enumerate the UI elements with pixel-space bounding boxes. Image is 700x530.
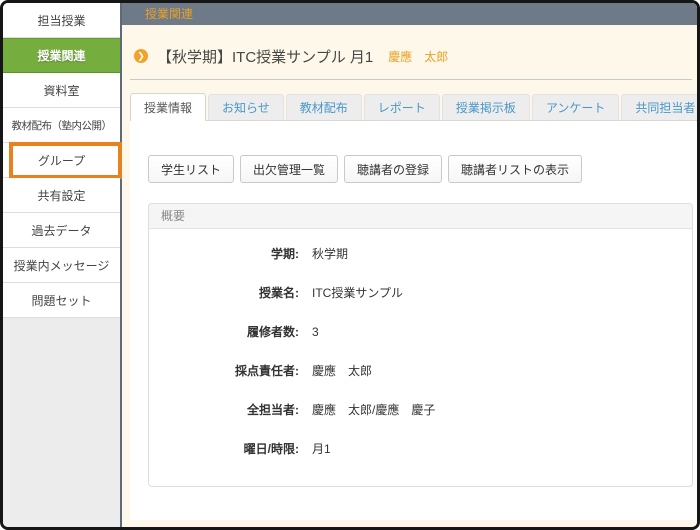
field-label-grading-responsible: 採点責任者:	[149, 362, 299, 379]
auditor-list-button[interactable]: 聴講者リストの表示	[448, 155, 582, 183]
tab-co-instructors[interactable]: 共同担当者 / 授業補助者	[621, 94, 700, 120]
field-label-class-name: 授業名:	[149, 284, 299, 301]
sidebar-item-share-settings[interactable]: 共有設定	[3, 178, 120, 213]
sidebar-item-label: グループ	[38, 152, 85, 169]
overview-panel: 概要 学期: 秋学期 授業名: ITC授業サンプル 履修者数: 3	[148, 203, 693, 487]
overview-row: 採点責任者: 慶應 太郎	[149, 351, 692, 390]
sidebar-item-label: 教材配布（塾内公開）	[12, 118, 112, 133]
tab-bar: 授業情報 お知らせ 教材配布 レポート 授業掲示板 アンケート 共同担当者 / …	[130, 92, 697, 120]
chevron-right-icon: ❯	[134, 49, 148, 63]
field-value-all-instructors: 慶應 太郎/慶應 慶子	[312, 401, 435, 418]
overview-row: 履修者数: 3	[149, 312, 692, 351]
sidebar-item-material-distribution[interactable]: 教材配布（塾内公開）	[3, 108, 120, 143]
sidebar-item-label: 授業関連	[37, 47, 85, 64]
course-title: 【秋学期】ITC授業サンプル 月1	[157, 46, 373, 67]
overview-row: 学期: 秋学期	[149, 234, 692, 273]
overview-panel-title: 概要	[149, 204, 692, 229]
overview-row: 授業名: ITC授業サンプル	[149, 273, 692, 312]
overview-row: 全担当者: 慶應 太郎/慶應 慶子	[149, 390, 692, 429]
sidebar-item-label: 過去データ	[31, 222, 91, 239]
breadcrumb-label: 授業関連	[145, 7, 193, 21]
field-value-class-name: ITC授業サンプル	[312, 284, 403, 301]
tab-class-info[interactable]: 授業情報	[130, 93, 206, 121]
overview-row: 曜日/時限: 月1	[149, 429, 692, 468]
sidebar-item-group[interactable]: グループ	[3, 143, 120, 178]
auditor-register-button[interactable]: 聴講者の登録	[344, 155, 442, 183]
overview-panel-body: 学期: 秋学期 授業名: ITC授業サンプル 履修者数: 3 採点責任者: 慶應…	[149, 229, 692, 486]
field-label-semester: 学期:	[149, 245, 299, 262]
sidebar-item-label: 問題セット	[31, 292, 91, 309]
student-list-button[interactable]: 学生リスト	[148, 155, 234, 183]
field-label-day-period: 曜日/時限:	[149, 440, 299, 457]
instructor-name[interactable]: 慶應 太郎	[388, 48, 448, 65]
sidebar: 担当授業 授業関連 資料室 教材配布（塾内公開） グループ 共有設定 過去データ…	[3, 3, 122, 527]
sidebar-item-label: 授業内メッセージ	[14, 257, 110, 274]
sidebar-item-label: 担当授業	[37, 12, 85, 29]
main-area: 授業関連 ❯ 【秋学期】ITC授業サンプル 月1 慶應 太郎 授業情報 お知らせ…	[122, 3, 697, 527]
sidebar-item-label: 共有設定	[37, 187, 85, 204]
breadcrumb-bar: 授業関連	[122, 3, 697, 25]
action-button-row: 学生リスト 出欠管理一覧 聴講者の登録 聴講者リストの表示	[148, 155, 697, 183]
tab-survey[interactable]: アンケート	[532, 94, 620, 120]
sidebar-item-past-data[interactable]: 過去データ	[3, 213, 120, 248]
field-value-semester: 秋学期	[312, 245, 348, 262]
field-label-all-instructors: 全担当者:	[149, 401, 299, 418]
tab-content-panel: 学生リスト 出欠管理一覧 聴講者の登録 聴講者リストの表示 概要 学期: 秋学期…	[130, 120, 697, 520]
sidebar-item-class-related[interactable]: 授業関連	[3, 38, 120, 73]
tab-report[interactable]: レポート	[364, 94, 440, 120]
sidebar-item-assigned-classes[interactable]: 担当授業	[3, 3, 120, 38]
sidebar-item-class-messages[interactable]: 授業内メッセージ	[3, 248, 120, 283]
tab-news[interactable]: お知らせ	[208, 94, 284, 120]
course-header: ❯ 【秋学期】ITC授業サンプル 月1 慶應 太郎	[130, 25, 692, 80]
tab-material-distribution[interactable]: 教材配布	[286, 94, 362, 120]
sidebar-item-question-sets[interactable]: 問題セット	[3, 283, 120, 318]
tab-class-board[interactable]: 授業掲示板	[442, 94, 530, 120]
sidebar-item-label: 資料室	[43, 82, 79, 99]
attendance-list-button[interactable]: 出欠管理一覧	[240, 155, 338, 183]
field-value-day-period: 月1	[312, 440, 331, 457]
field-label-enrolled-count: 履修者数:	[149, 323, 299, 340]
field-value-grading-responsible: 慶應 太郎	[312, 362, 372, 379]
sidebar-filler	[3, 318, 120, 527]
window-frame: 担当授業 授業関連 資料室 教材配布（塾内公開） グループ 共有設定 過去データ…	[0, 0, 700, 530]
sidebar-item-library[interactable]: 資料室	[3, 73, 120, 108]
field-value-enrolled-count: 3	[312, 325, 319, 339]
